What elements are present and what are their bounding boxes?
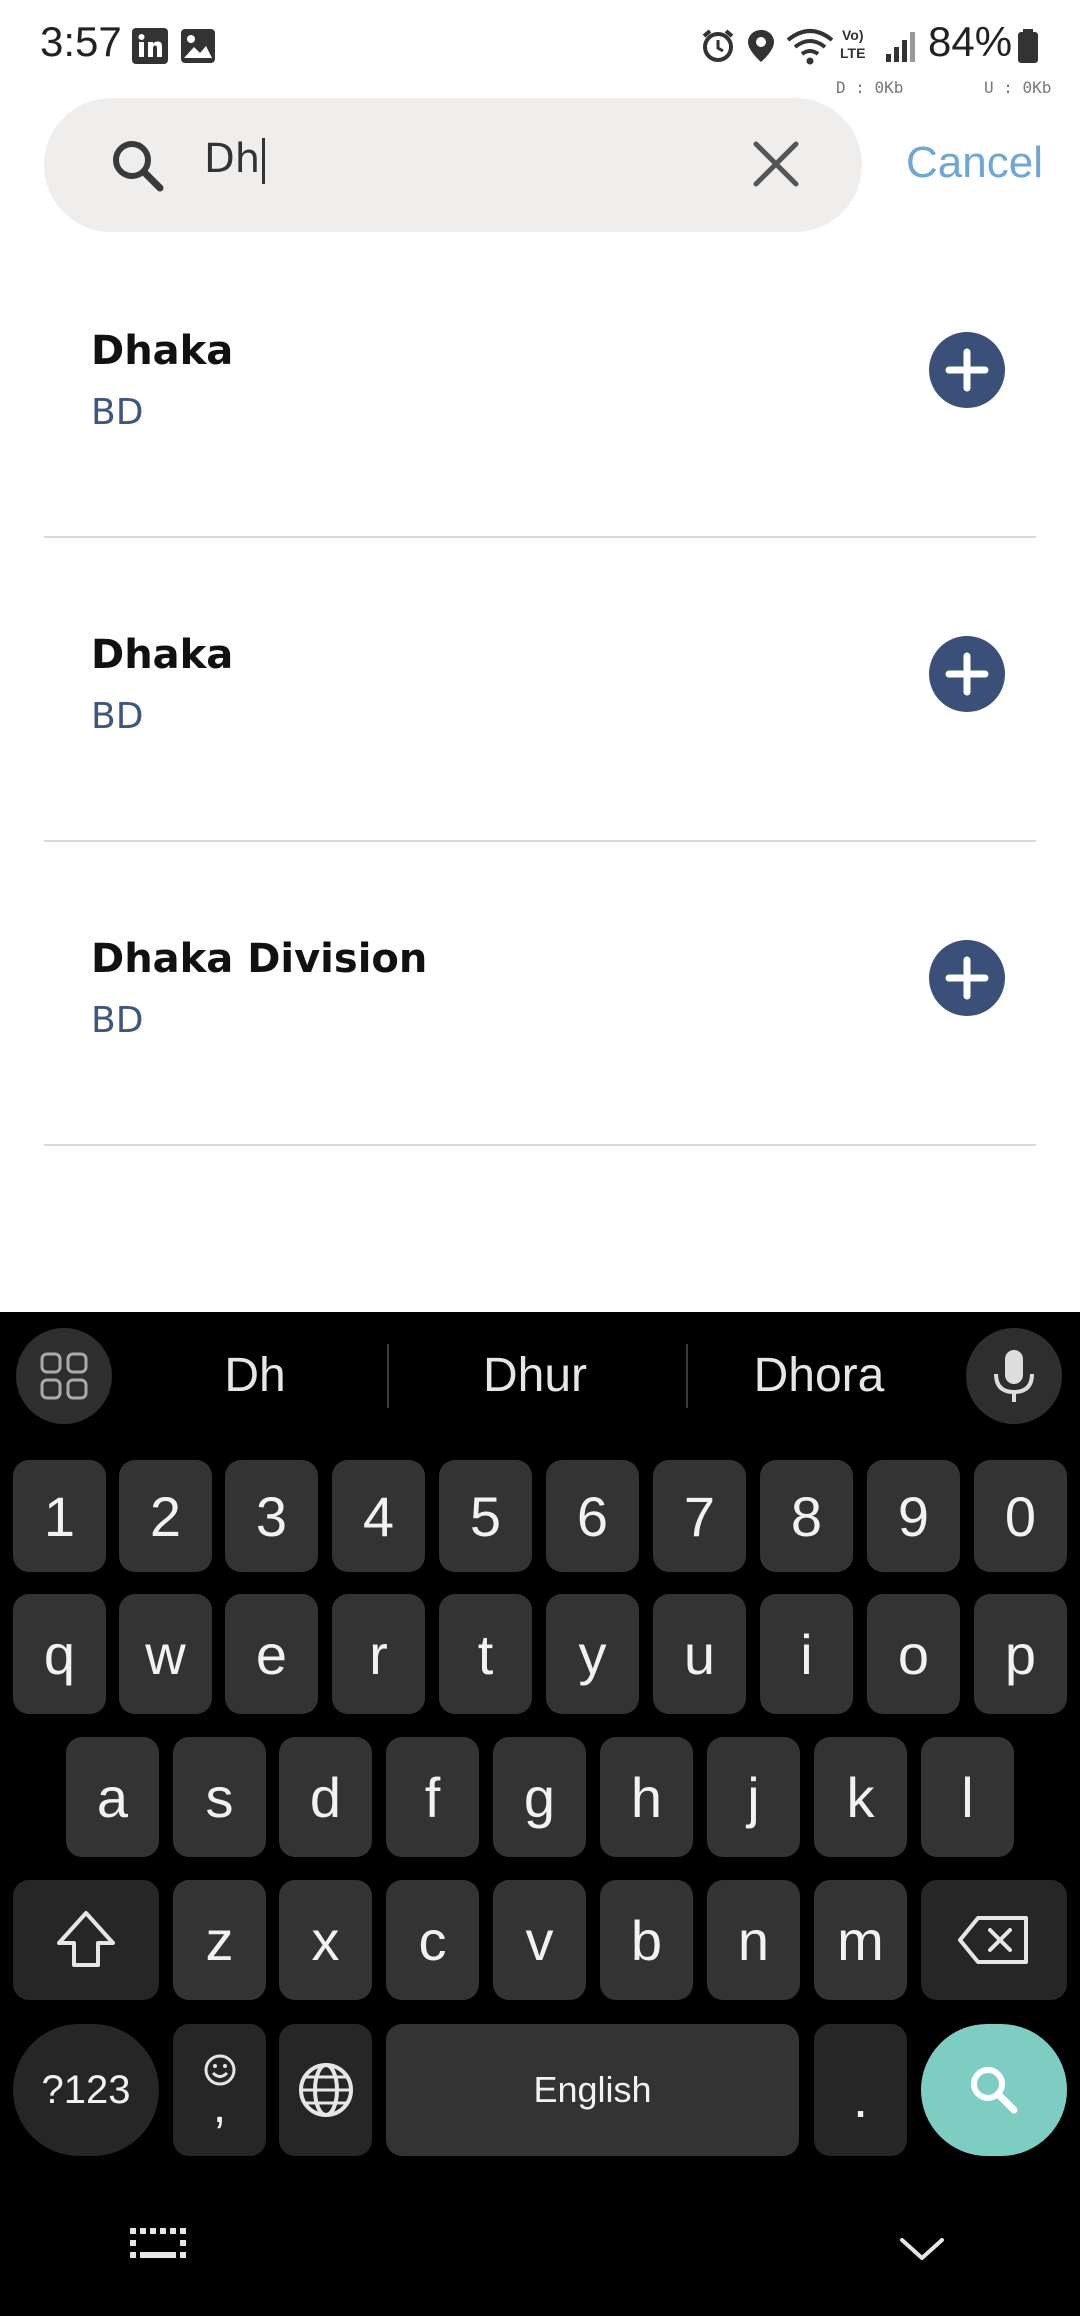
microphone-icon [994, 1350, 1034, 1402]
svg-text:Vo): Vo) [842, 27, 864, 43]
key-q[interactable]: q [13, 1594, 106, 1714]
key-5[interactable]: 5 [439, 1460, 532, 1572]
key-y[interactable]: y [546, 1594, 639, 1714]
result-city-name: Dhaka [91, 632, 234, 678]
key-j[interactable]: j [707, 1737, 800, 1857]
chevron-down-icon[interactable] [898, 2236, 946, 2264]
key-r[interactable]: r [332, 1594, 425, 1714]
keyboard: Dh Dhur Dhora 1 2 3 4 5 6 7 8 9 0 q w e … [0, 1312, 1080, 2316]
search-key[interactable] [921, 2024, 1067, 2156]
shift-icon [57, 1911, 115, 1967]
search-field[interactable]: Dh [44, 98, 862, 232]
add-city-button[interactable] [929, 636, 1005, 712]
key-2[interactable]: 2 [119, 1460, 212, 1572]
clear-icon[interactable] [746, 134, 806, 194]
keyboard-switch-icon[interactable] [130, 2226, 186, 2262]
key-s[interactable]: s [173, 1737, 266, 1857]
plus-icon [945, 956, 989, 1000]
key-l[interactable]: l [921, 1737, 1014, 1857]
key-3[interactable]: 3 [225, 1460, 318, 1572]
linkedin-icon [132, 28, 168, 64]
result-item[interactable]: Dhaka Division BD [44, 840, 1036, 1146]
gallery-icon [181, 29, 215, 63]
suggestion-2[interactable]: Dhur [430, 1348, 640, 1403]
key-0[interactable]: 0 [974, 1460, 1067, 1572]
navigation-bar [0, 2186, 1080, 2316]
voice-input-button[interactable] [966, 1328, 1062, 1424]
upload-speed: U : 0Kb [984, 78, 1052, 97]
key-7[interactable]: 7 [653, 1460, 746, 1572]
key-p[interactable]: p [974, 1594, 1067, 1714]
key-8[interactable]: 8 [760, 1460, 853, 1572]
svg-text:LTE: LTE [840, 45, 865, 61]
add-city-button[interactable] [929, 332, 1005, 408]
symbols-key[interactable]: ?123 [13, 2024, 159, 2156]
language-key[interactable] [279, 2024, 372, 2156]
key-h[interactable]: h [600, 1737, 693, 1857]
key-9[interactable]: 9 [867, 1460, 960, 1572]
keyboard-toolbar: Dh Dhur Dhora [0, 1312, 1080, 1440]
key-n[interactable]: n [707, 1880, 800, 2000]
result-city-name: Dhaka [91, 328, 234, 374]
result-item[interactable]: Dhaka BD [44, 232, 1036, 538]
result-country-code: BD [91, 1000, 144, 1041]
alarm-icon [702, 29, 734, 62]
suggestion-3[interactable]: Dhora [714, 1348, 924, 1403]
suggestion-divider [387, 1344, 389, 1408]
key-v[interactable]: v [493, 1880, 586, 2000]
key-6[interactable]: 6 [546, 1460, 639, 1572]
key-f[interactable]: f [386, 1737, 479, 1857]
battery-icon [1018, 29, 1038, 63]
status-bar: 3:57 Vo) LTE 84% D : 0Kb U : 0Kb [0, 0, 1080, 97]
key-a[interactable]: a [66, 1737, 159, 1857]
search-icon [971, 2067, 1018, 2114]
key-u[interactable]: u [653, 1594, 746, 1714]
download-speed: D : 0Kb [836, 78, 904, 97]
cancel-button[interactable]: Cancel [906, 138, 1043, 188]
globe-icon [298, 2063, 353, 2117]
key-e[interactable]: e [225, 1594, 318, 1714]
comma-label: , [212, 2080, 227, 2133]
signal-icon [886, 32, 915, 62]
result-country-code: BD [91, 392, 144, 433]
plus-icon [945, 652, 989, 696]
wifi-icon [786, 29, 834, 65]
key-d[interactable]: d [279, 1737, 372, 1857]
key-4[interactable]: 4 [332, 1460, 425, 1572]
result-city-name: Dhaka Division [91, 936, 428, 982]
key-w[interactable]: w [119, 1594, 212, 1714]
key-b[interactable]: b [600, 1880, 693, 2000]
key-c[interactable]: c [386, 1880, 479, 2000]
key-g[interactable]: g [493, 1737, 586, 1857]
key-1[interactable]: 1 [13, 1460, 106, 1572]
keyboard-menu-button[interactable] [16, 1328, 112, 1424]
backspace-key[interactable] [921, 1880, 1067, 2000]
battery-percentage: 84% [928, 18, 1013, 65]
add-city-button[interactable] [929, 940, 1005, 1016]
key-o[interactable]: o [867, 1594, 960, 1714]
text-cursor [262, 138, 266, 184]
volte-icon: Vo) LTE [840, 27, 865, 61]
period-key[interactable]: . [814, 2024, 907, 2156]
key-i[interactable]: i [760, 1594, 853, 1714]
shift-key[interactable] [13, 1880, 159, 2000]
space-key[interactable]: English [386, 2024, 799, 2156]
key-m[interactable]: m [814, 1880, 907, 2000]
location-icon [748, 30, 774, 62]
plus-icon [945, 348, 989, 392]
key-t[interactable]: t [439, 1594, 532, 1714]
status-time: 3:57 [40, 18, 122, 65]
comma-emoji-key[interactable]: , [173, 2024, 266, 2156]
search-input[interactable]: Dh [204, 136, 266, 184]
search-icon [113, 141, 164, 192]
result-item[interactable]: Dhaka BD [44, 536, 1036, 842]
backspace-icon [958, 1916, 1028, 1964]
result-country-code: BD [91, 696, 144, 737]
key-k[interactable]: k [814, 1737, 907, 1857]
suggestion-divider [686, 1344, 688, 1408]
key-x[interactable]: x [279, 1880, 372, 2000]
key-z[interactable]: z [173, 1880, 266, 2000]
suggestion-1[interactable]: Dh [150, 1348, 360, 1403]
grid-icon [40, 1352, 88, 1400]
